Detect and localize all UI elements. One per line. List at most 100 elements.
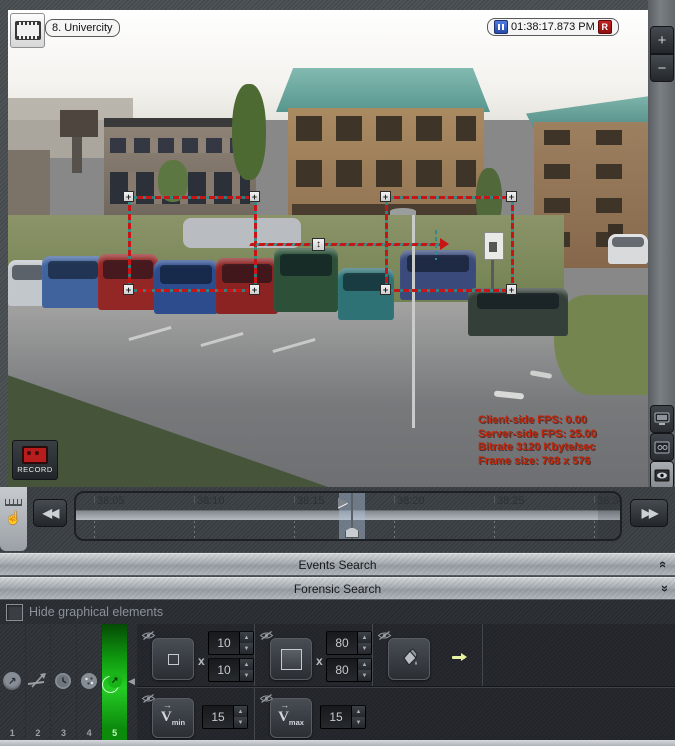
video-viewport[interactable]: + + + + + + + + ↕ 8. Univercity 0 xyxy=(8,10,648,487)
tick-mark xyxy=(594,496,595,503)
timeline-row: ☝ ◀◀ 38:05 38:10 38:15 38:20 38:25 38:30… xyxy=(0,487,675,552)
skip-backward-button[interactable]: ◀◀ xyxy=(33,499,67,527)
tab-number: 1 xyxy=(10,728,15,738)
max-size-button[interactable] xyxy=(270,638,312,680)
camera-select-button[interactable] xyxy=(10,13,45,48)
color-fill-button[interactable] xyxy=(388,638,430,680)
arrow-ne-icon: ↗ xyxy=(8,676,16,687)
tick-mark xyxy=(94,496,95,503)
direction-line-handle[interactable]: ↕ xyxy=(312,238,325,251)
v-max-icon: →Vmax xyxy=(278,709,304,727)
pause-icon[interactable] xyxy=(494,20,508,34)
spin-up-icon[interactable]: ▲ xyxy=(240,632,253,643)
line-cross-icon xyxy=(27,672,49,693)
rewind-icon: ◀◀ xyxy=(43,506,57,520)
max-width-spinner[interactable]: 80 ▲▼ xyxy=(326,631,372,655)
record-button-label: RECORD xyxy=(17,465,53,474)
region-corner-handle[interactable]: + xyxy=(380,284,391,295)
region-edge[interactable] xyxy=(385,289,514,292)
tick-dots xyxy=(394,521,395,538)
hide-graphical-label: Hide graphical elements xyxy=(29,605,163,619)
velocity-max-spinner[interactable]: 15 ▲▼ xyxy=(320,705,366,729)
max-height-spinner[interactable]: 80 ▲▼ xyxy=(326,658,372,682)
region-corner-handle[interactable]: + xyxy=(249,284,260,295)
forensic-search-bar[interactable]: Forensic Search « xyxy=(0,577,675,600)
spin-up-icon[interactable]: ▲ xyxy=(234,706,247,717)
tick-mark xyxy=(394,496,395,503)
separator xyxy=(254,687,255,740)
region-corner-handle[interactable]: + xyxy=(123,284,134,295)
direction-dashes xyxy=(249,243,443,246)
tab-object-filter[interactable]: 4 xyxy=(77,624,102,740)
zoom-out-button[interactable]: − xyxy=(650,54,674,82)
stat-client-fps: Client-side FPS: 0.00 xyxy=(478,414,648,428)
chevron-down-icon[interactable]: « xyxy=(656,585,671,592)
bottom-edge-strip xyxy=(0,740,675,746)
right-toolbar: + − xyxy=(648,0,675,487)
tab-time-filter[interactable]: 3 xyxy=(51,624,76,740)
spin-up-icon[interactable]: ▲ xyxy=(240,659,253,670)
velocity-min-spinner[interactable]: 15 ▲▼ xyxy=(202,705,248,729)
spin-down-icon[interactable]: ▼ xyxy=(352,717,365,728)
region-corner-handle[interactable]: + xyxy=(380,191,391,202)
zoom-in-button[interactable]: + xyxy=(650,26,674,54)
region-corner-handle[interactable]: + xyxy=(506,191,517,202)
tick-dots xyxy=(194,521,195,538)
region-edge[interactable] xyxy=(128,289,257,292)
tick-label: 38:20 xyxy=(397,495,425,507)
timeline-mode-tab[interactable]: ☝ xyxy=(0,487,27,551)
region-corner-handle[interactable]: + xyxy=(506,284,517,295)
move-icon: + xyxy=(509,192,514,202)
region-edge[interactable] xyxy=(128,196,131,292)
film-icon xyxy=(15,21,41,40)
separator xyxy=(254,624,255,686)
separator xyxy=(372,624,373,686)
spin-up-icon[interactable]: ▲ xyxy=(358,659,371,670)
tab-number: 3 xyxy=(61,728,66,738)
region-edge[interactable] xyxy=(385,196,514,199)
min-width-spinner[interactable]: 10 ▲▼ xyxy=(208,631,254,655)
spin-down-icon[interactable]: ▼ xyxy=(234,717,247,728)
tick-mark xyxy=(194,496,195,503)
velocity-max-button[interactable]: →Vmax xyxy=(270,698,312,738)
recordings-button[interactable] xyxy=(650,433,674,461)
lamp-head xyxy=(390,208,416,215)
tab-motion-search-active[interactable]: ↗ 5 xyxy=(102,624,127,740)
spin-down-icon[interactable]: ▼ xyxy=(358,643,371,654)
separator xyxy=(137,686,675,687)
spin-up-icon[interactable]: ▲ xyxy=(358,632,371,643)
tab-number: 2 xyxy=(35,728,40,738)
spin-up-icon[interactable]: ▲ xyxy=(352,706,365,717)
move-icon: + xyxy=(383,192,388,202)
chevron-up-icon[interactable]: « xyxy=(656,561,671,568)
far-left-building xyxy=(8,150,50,222)
spin-down-icon[interactable]: ▼ xyxy=(358,670,371,681)
spin-down-icon[interactable]: ▼ xyxy=(240,643,253,654)
velocity-min-button[interactable]: →Vmin xyxy=(152,698,194,738)
hand-cursor-icon: ☝ xyxy=(5,510,21,526)
events-search-bar[interactable]: Events Search « xyxy=(0,553,675,576)
tab-motion-region[interactable]: ↗ 1 xyxy=(0,624,25,740)
tick-label: 38:15 xyxy=(297,495,325,507)
record-button[interactable]: RECORD xyxy=(12,440,58,480)
tab-line-crossing[interactable]: 2 xyxy=(26,624,51,740)
object-dots-icon xyxy=(80,672,98,695)
tick-label: 38:10 xyxy=(197,495,225,507)
playhead-play-icon[interactable]: ▶ xyxy=(338,494,348,510)
region-corner-handle[interactable]: + xyxy=(123,191,134,202)
min-height-spinner[interactable]: 10 ▲▼ xyxy=(208,658,254,682)
min-size-button[interactable] xyxy=(152,638,194,680)
region-edge[interactable] xyxy=(511,196,514,292)
monitor-view-button[interactable] xyxy=(650,405,674,433)
spin-down-icon[interactable]: ▼ xyxy=(240,670,253,681)
skip-forward-button[interactable]: ▶▶ xyxy=(630,499,668,527)
move-icon: + xyxy=(252,192,257,202)
collapse-arrow-icon[interactable]: ◀ xyxy=(128,676,135,687)
region-corner-handle[interactable]: + xyxy=(249,191,260,202)
region-edge[interactable] xyxy=(128,196,257,199)
timestamp-display[interactable]: 01:38:17.873 PM R xyxy=(487,18,619,36)
visual-search-button[interactable] xyxy=(650,461,674,489)
small-square-icon xyxy=(168,654,179,665)
hide-graphical-checkbox[interactable] xyxy=(6,604,23,621)
timeline-scrubber[interactable]: 38:05 38:10 38:15 38:20 38:25 38:30 ▶ xyxy=(74,491,622,541)
